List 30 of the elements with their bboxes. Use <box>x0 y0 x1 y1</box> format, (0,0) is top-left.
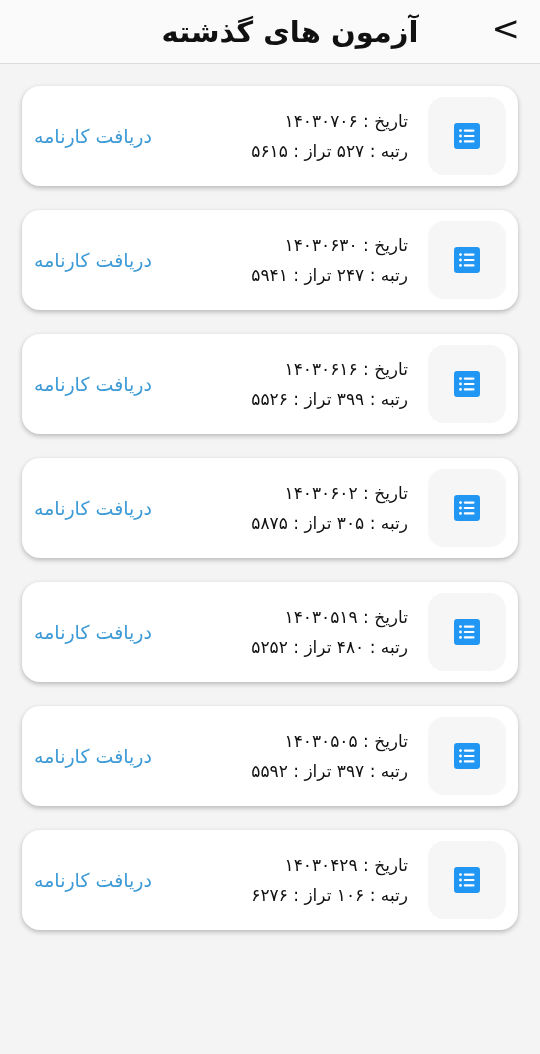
report-card-link[interactable]: دریافت کارنامه <box>34 869 152 891</box>
report-card-link[interactable]: دریافت کارنامه <box>34 745 152 767</box>
list-icon <box>454 619 480 645</box>
exam-date: تاریخ : ۱۴۰۳۰۶۰۲ <box>283 483 408 503</box>
list-icon <box>454 495 480 521</box>
list-icon <box>454 867 480 893</box>
exam-date: تاریخ : ۱۴۰۳۰۶۳۰ <box>283 235 408 255</box>
list-icon <box>454 247 480 273</box>
exam-result: رتبه : ۲۴۷ تراز : ۵۹۴۱ <box>251 265 408 285</box>
exam-result: رتبه : ۳۹۹ تراز : ۵۵۲۶ <box>251 389 408 409</box>
exam-result: رتبه : ۴۸۰ تراز : ۵۲۵۲ <box>251 637 408 657</box>
list-icon <box>454 371 480 397</box>
back-button[interactable]: < <box>485 8 526 48</box>
exam-result: رتبه : ۳۰۵ تراز : ۵۸۷۵ <box>251 513 408 533</box>
page-title: آزمون های گذشته <box>161 14 419 49</box>
exam-result: رتبه : ۳۹۷ تراز : ۵۵۹۲ <box>251 761 408 781</box>
report-card-link[interactable]: دریافت کارنامه <box>34 373 152 395</box>
exam-date: تاریخ : ۱۴۰۳۰۶۱۶ <box>283 359 408 379</box>
report-card-link[interactable]: دریافت کارنامه <box>34 621 152 643</box>
exam-date: تاریخ : ۱۴۰۳۰۷۰۶ <box>283 111 408 131</box>
report-card-link[interactable]: دریافت کارنامه <box>34 497 152 519</box>
report-card-link[interactable]: دریافت کارنامه <box>34 125 152 147</box>
exam-date: تاریخ : ۱۴۰۳۰۴۲۹ <box>283 855 408 875</box>
exam-date: تاریخ : ۱۴۰۳۰۵۰۵ <box>283 731 408 751</box>
exam-result: رتبه : ۵۲۷ تراز : ۵۶۱۵ <box>251 141 408 161</box>
exam-date: تاریخ : ۱۴۰۳۰۵۱۹ <box>283 607 408 627</box>
report-card-link[interactable]: دریافت کارنامه <box>34 249 152 271</box>
exam-result: رتبه : ۱۰۶ تراز : ۶۲۷۶ <box>251 885 408 905</box>
list-icon <box>454 743 480 769</box>
list-icon <box>454 123 480 149</box>
